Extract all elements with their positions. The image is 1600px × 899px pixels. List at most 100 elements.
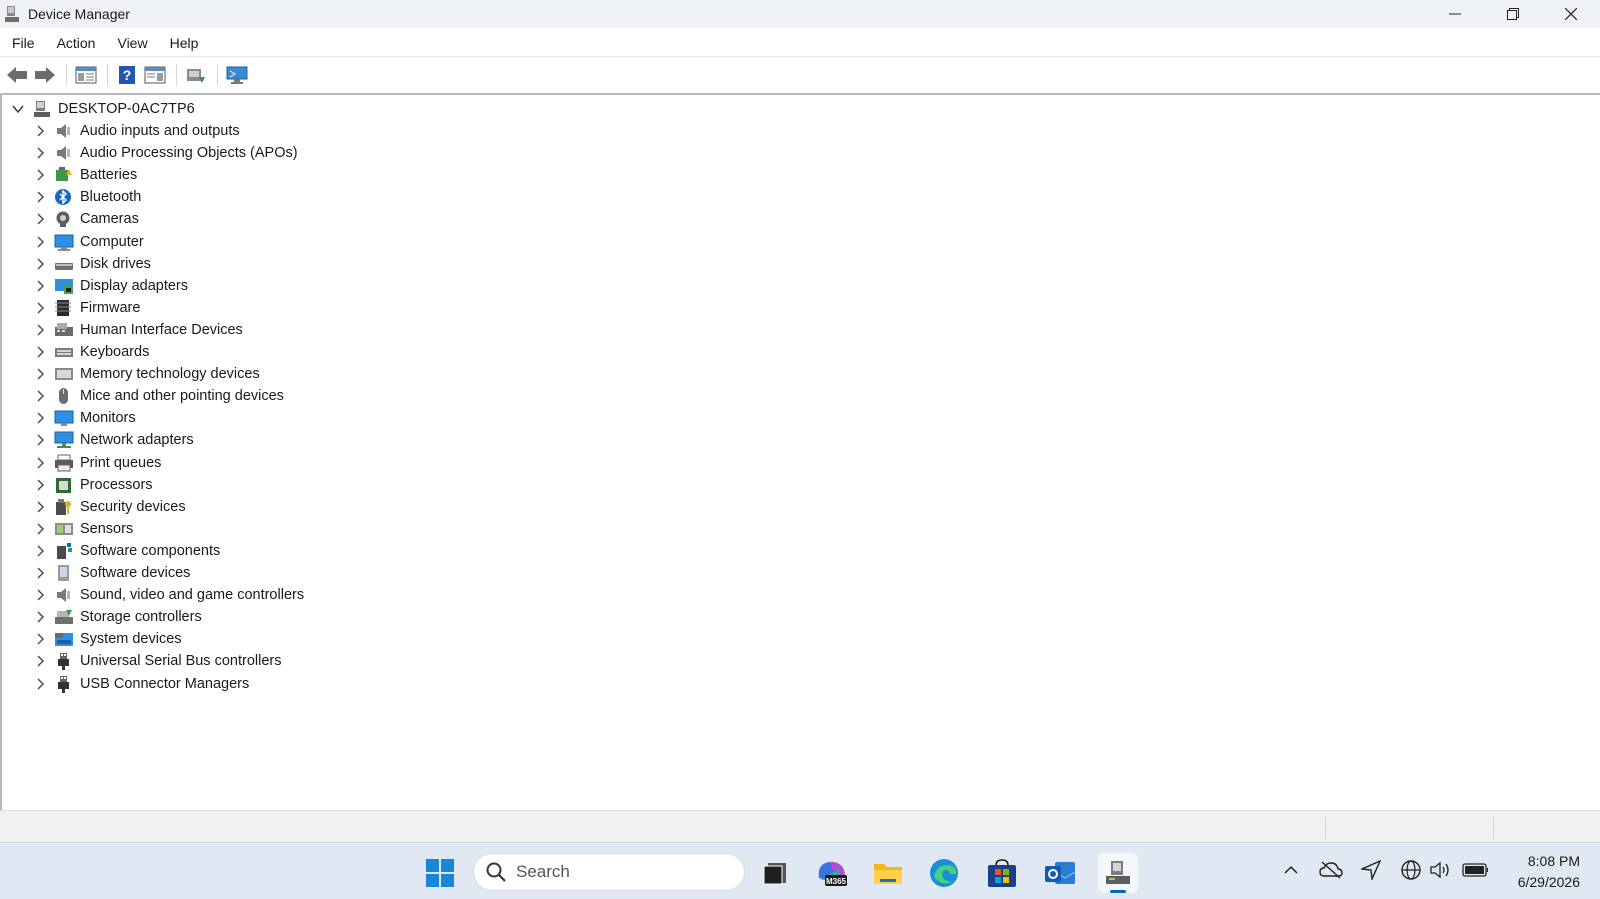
minimize-button[interactable] [1426,0,1484,28]
tree-category-row[interactable]: Print queues [32,452,161,474]
chevron-right-icon[interactable] [32,565,48,581]
chevron-right-icon[interactable] [32,167,48,183]
chevron-right-icon[interactable] [32,278,48,294]
menu-view[interactable]: View [105,35,157,51]
forward-button[interactable] [32,62,58,88]
tree-category-row[interactable]: Bluetooth [32,186,141,208]
volume-control[interactable] [1428,857,1454,883]
tree-root[interactable]: DESKTOP-0AC7TP6 [10,98,195,120]
tree-category-row[interactable]: Mice and other pointing devices [32,385,284,407]
chevron-right-icon[interactable] [32,322,48,338]
edge-browser-app[interactable] [924,853,964,893]
update-driver-icon [187,69,205,83]
taskbar-search-box[interactable]: Search [473,853,745,891]
tree-category-label: Memory technology devices [80,366,260,383]
chevron-right-icon[interactable] [32,499,48,515]
tree-category-row[interactable]: Human Interface Devices [32,319,243,341]
tree-category-row[interactable]: Universal Serial Bus controllers [32,650,281,672]
m365-copilot-app[interactable]: M365 [812,853,852,893]
chevron-down-icon[interactable] [10,101,26,117]
tree-category-row[interactable]: Firmware [32,297,140,319]
network-status[interactable] [1398,857,1424,883]
folder-icon [874,864,902,884]
tree-category-row[interactable]: Sound, video and game controllers [32,584,304,606]
onedrive-status[interactable] [1318,857,1344,883]
edge-icon [930,859,958,887]
tree-category-row[interactable]: Software components [32,540,220,562]
tree-category-row[interactable]: Display adapters [32,275,188,297]
restore-button[interactable] [1484,0,1542,28]
chevron-right-icon[interactable] [32,631,48,647]
show-hide-console-tree-button[interactable] [73,62,99,88]
tree-category-row[interactable]: Storage controllers [32,606,202,628]
chevron-right-icon[interactable] [32,344,48,360]
location-indicator[interactable] [1358,857,1384,883]
restore-icon [1507,8,1519,20]
menu-file[interactable]: File [0,35,45,51]
tree-category-label: Audio Processing Objects (APOs) [80,145,298,162]
tree-category-row[interactable]: Processors [32,474,153,496]
location-arrow-icon [1361,860,1381,880]
tree-category-row[interactable]: Disk drives [32,253,151,275]
tree-category-row[interactable]: System devices [32,628,182,650]
chevron-right-icon[interactable] [32,410,48,426]
chevron-right-icon[interactable] [32,477,48,493]
tree-category-row[interactable]: Keyboards [32,341,149,363]
chevron-right-icon[interactable] [32,676,48,692]
file-explorer-app[interactable] [868,853,908,893]
tree-category-row[interactable]: Batteries [32,164,137,186]
chevron-right-icon[interactable] [32,521,48,537]
battery-status[interactable] [1462,857,1488,883]
chevron-right-icon[interactable] [32,189,48,205]
tree-category-row[interactable]: Computer [32,231,144,253]
help-button[interactable]: ? [114,62,140,88]
taskbar-clock[interactable]: 8:08 PM 6/29/2026 [1518,851,1580,893]
chevron-right-icon[interactable] [32,211,48,227]
tree-category-row[interactable]: Software devices [32,562,190,584]
clock-date: 6/29/2026 [1517,874,1580,890]
start-button[interactable] [420,853,460,893]
chevron-right-icon[interactable] [32,455,48,471]
task-view-button[interactable] [755,853,795,893]
chevron-right-icon[interactable] [32,366,48,382]
tree-category-row[interactable]: Security devices [32,496,186,518]
update-driver-button[interactable] [183,62,209,88]
menu-help[interactable]: Help [158,35,209,51]
chevron-right-icon[interactable] [32,543,48,559]
chevron-right-icon[interactable] [32,256,48,272]
tree-category-row[interactable]: USB Connector Managers [32,673,249,695]
clock-time: 8:08 PM [1527,853,1580,869]
close-button[interactable] [1542,0,1600,28]
monitor-icon [54,409,74,427]
microsoft-store-app[interactable] [982,853,1022,893]
chevron-right-icon[interactable] [32,388,48,404]
chevron-right-icon[interactable] [32,432,48,448]
outlook-app[interactable] [1040,853,1080,893]
show-action-pane-button[interactable] [142,62,168,88]
search-placeholder: Search [516,862,570,881]
tree-category-row[interactable]: Monitors [32,407,136,429]
chevron-right-icon[interactable] [32,123,48,139]
device-manager-taskbar-app[interactable] [1098,853,1138,893]
svg-text:?: ? [123,67,132,83]
chevron-right-icon[interactable] [32,234,48,250]
tree-category-row[interactable]: Memory technology devices [32,363,260,385]
tree-category-row[interactable]: Audio Processing Objects (APOs) [32,142,298,164]
chevron-right-icon[interactable] [32,609,48,625]
processor-icon [54,476,74,494]
network-adapter-icon [54,431,74,449]
chevron-right-icon[interactable] [32,145,48,161]
chevron-right-icon[interactable] [32,300,48,316]
tree-category-label: System devices [80,631,182,648]
tree-category-row[interactable]: Sensors [32,518,133,540]
chevron-right-icon[interactable] [32,587,48,603]
tree-category-row[interactable]: Audio inputs and outputs [32,120,240,142]
tree-category-label: Bluetooth [80,189,142,206]
show-hidden-icons-button[interactable] [1278,857,1304,883]
back-button[interactable] [4,62,30,88]
scan-hardware-changes-button[interactable] [224,62,250,88]
tree-category-row[interactable]: Cameras [32,208,139,230]
chevron-right-icon[interactable] [32,653,48,669]
tree-category-row[interactable]: Network adapters [32,429,194,451]
menu-action[interactable]: Action [45,35,106,51]
